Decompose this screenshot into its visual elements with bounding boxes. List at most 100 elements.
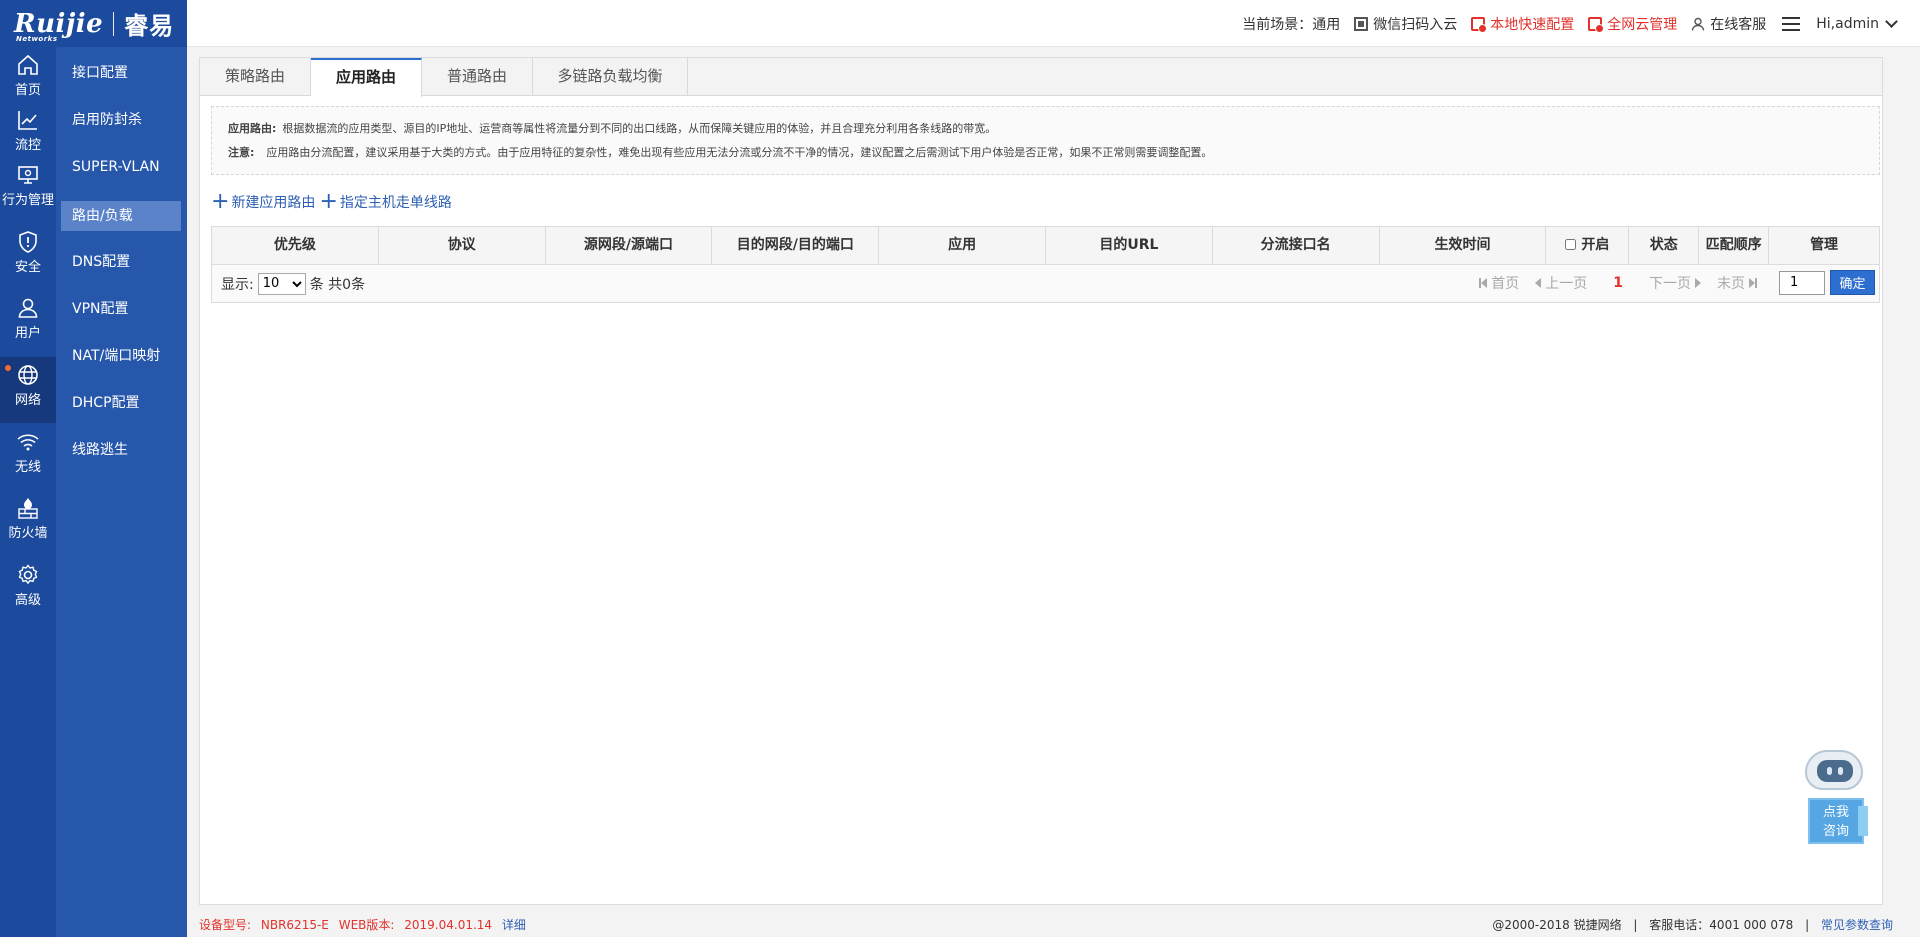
main-nav-rail: 首页 流控 行为管理 安全 用户 网络 无线 防火墙 高级 bbox=[0, 47, 56, 937]
col-source: 源网段/源端口 bbox=[546, 227, 713, 265]
wechat-label: 微信扫码入云 bbox=[1373, 16, 1458, 33]
rail-item-security[interactable]: 安全 bbox=[0, 224, 56, 290]
table-header: 优先级 协议 源网段/源端口 目的网段/目的端口 应用 目的URL 分流接口名 … bbox=[212, 227, 1879, 265]
shield-icon bbox=[19, 231, 37, 253]
robot-icon bbox=[1805, 750, 1863, 790]
rail-label-network: 网络 bbox=[14, 393, 41, 408]
chart-line-icon bbox=[18, 111, 37, 130]
hamburger-menu-icon[interactable] bbox=[1782, 16, 1801, 31]
globe-icon bbox=[18, 365, 38, 385]
col-match-order: 匹配顺序 bbox=[1699, 227, 1770, 265]
wifi-icon bbox=[17, 434, 39, 451]
confirm-button[interactable]: 确定 bbox=[1830, 270, 1875, 295]
online-service-link[interactable]: 在线客服 bbox=[1691, 14, 1766, 34]
first-page-button[interactable]: 首页 bbox=[1479, 273, 1519, 293]
submenu-anti-block[interactable]: 启用防封杀 bbox=[61, 105, 181, 135]
table-footer: 显示: 10 条 共0条 首页 上一页 1 下一页 末页 1 确定 bbox=[212, 265, 1879, 302]
logo-sub: Networks bbox=[16, 34, 58, 43]
submenu-vpn-config[interactable]: VPN配置 bbox=[61, 294, 181, 324]
col-protocol: 协议 bbox=[379, 227, 546, 265]
col-interface-name: 分流接口名 bbox=[1213, 227, 1380, 265]
submenu-line-escape[interactable]: 线路逃生 bbox=[61, 435, 181, 465]
assign-host-single-line-button[interactable]: + 指定主机走单线路 bbox=[319, 189, 451, 214]
next-page-button[interactable]: 下一页 bbox=[1649, 273, 1701, 293]
hotline: 客服电话：4001 000 078 bbox=[1649, 917, 1794, 932]
submenu-interface-config[interactable]: 接口配置 bbox=[61, 58, 181, 88]
add-app-route-button[interactable]: + 新建应用路由 bbox=[211, 189, 315, 214]
submenu-routing-load[interactable]: 路由/负载 bbox=[61, 201, 181, 231]
config-doc-icon bbox=[1471, 16, 1488, 33]
cloud-manage-label: 全网云管理 bbox=[1607, 16, 1678, 33]
goto-page-input[interactable] bbox=[1779, 270, 1825, 295]
monitor-icon bbox=[18, 166, 38, 184]
home-icon bbox=[18, 54, 38, 75]
local-quick-config-link[interactable]: 本地快速配置 bbox=[1471, 14, 1574, 34]
action-bar: + 新建应用路由 + 指定主机走单线路 bbox=[211, 189, 456, 214]
rail-label-wireless: 无线 bbox=[14, 460, 41, 475]
rail-label-home: 首页 bbox=[14, 83, 41, 98]
account-menu[interactable]: Hi,admin bbox=[1816, 14, 1898, 32]
consult-button[interactable]: 点我 咨询 bbox=[1808, 798, 1868, 844]
col-application: 应用 bbox=[879, 227, 1046, 265]
plus-icon: + bbox=[319, 189, 338, 214]
chat-widget[interactable]: 点我 咨询 bbox=[1802, 748, 1872, 848]
current-page[interactable]: 1 bbox=[1613, 275, 1623, 291]
ruijie-logo[interactable]: Ruijie Networks 睿易 bbox=[0, 0, 187, 47]
page-footer: 设备型号: NBR6215-E WEB版本: 2019.04.01.14 详细 … bbox=[187, 911, 1920, 937]
col-manage: 管理 bbox=[1810, 237, 1839, 253]
last-page-button[interactable]: 末页 bbox=[1717, 273, 1757, 293]
device-info: 设备型号: NBR6215-E WEB版本: 2019.04.01.14 详细 bbox=[199, 917, 526, 932]
select-all-checkbox[interactable] bbox=[1565, 239, 1577, 250]
wechat-cloud-link[interactable]: 微信扫码入云 bbox=[1354, 14, 1457, 34]
prev-page-button[interactable]: 上一页 bbox=[1535, 273, 1587, 293]
submenu-super-vlan[interactable]: SUPER-VLAN bbox=[61, 152, 181, 182]
page-size-label: 显示: bbox=[221, 276, 254, 293]
cloud-doc-icon bbox=[1588, 16, 1605, 33]
rail-item-firewall[interactable]: 防火墙 bbox=[0, 490, 56, 556]
faq-link[interactable]: 常见参数查询 bbox=[1821, 918, 1893, 932]
next-page-icon bbox=[1695, 277, 1701, 288]
tab-application-routing[interactable]: 应用路由 bbox=[311, 58, 422, 97]
submenu-dhcp-config[interactable]: DHCP配置 bbox=[61, 388, 181, 418]
col-destination: 目的网段/目的端口 bbox=[712, 227, 880, 265]
submenu-dns-config[interactable]: DNS配置 bbox=[61, 247, 181, 277]
tab-policy-routing[interactable]: 策略路由 bbox=[200, 58, 311, 96]
footer-meta: @2000-2018 锐捷网络 | 客服电话：4001 000 078 | 常见… bbox=[1492, 917, 1893, 932]
rail-item-network[interactable]: 网络 bbox=[0, 357, 56, 423]
col-enable: 开启 bbox=[1546, 227, 1630, 265]
cloud-manage-link[interactable]: 全网云管理 bbox=[1588, 14, 1677, 34]
rail-label-user: 用户 bbox=[14, 326, 41, 341]
tab-normal-routing[interactable]: 普通路由 bbox=[422, 58, 533, 96]
rail-item-advanced[interactable]: 高级 bbox=[0, 557, 56, 623]
notification-dot bbox=[5, 365, 11, 371]
copyright: @2000-2018 锐捷网络 bbox=[1492, 917, 1622, 932]
rail-label-flow: 流控 bbox=[14, 138, 41, 153]
col-priority: 优先级 bbox=[212, 227, 379, 265]
plus-icon: + bbox=[211, 189, 230, 214]
notice-line-1: 应用路由: 根据数据流的应用类型、源目的IP地址、运营商等属性将流量分到不同的出口… bbox=[228, 122, 997, 135]
top-header: Ruijie Networks 睿易 当前场景： 通用 微信扫码入云 本地快速配… bbox=[0, 0, 1920, 47]
page-size-select[interactable]: 10 bbox=[257, 272, 306, 295]
content-panel: 策略路由 应用路由 普通路由 多链路负载均衡 应用路由: 根据数据流的应用类型、源… bbox=[199, 57, 1883, 905]
prev-page-icon bbox=[1535, 277, 1542, 288]
greeting-text: Hi,admin bbox=[1816, 15, 1879, 32]
user-icon bbox=[18, 298, 38, 318]
person-icon bbox=[1691, 17, 1705, 31]
tab-multi-link-balance[interactable]: 多链路负载均衡 bbox=[533, 58, 688, 96]
firewall-icon bbox=[18, 498, 38, 519]
info-notice: 应用路由: 根据数据流的应用类型、源目的IP地址、运营商等属性将流量分到不同的出口… bbox=[211, 106, 1880, 175]
submenu-nat-port-mapping[interactable]: NAT/端口映射 bbox=[61, 341, 181, 371]
scene-value[interactable]: 通用 bbox=[1312, 14, 1340, 34]
rail-label-security: 安全 bbox=[14, 260, 41, 275]
scene-label: 当前场景： bbox=[1242, 16, 1313, 33]
qr-code-icon bbox=[1354, 16, 1369, 31]
notice-line-2: 注意: 应用路由分流配置，建议采用基于大类的方式。由于应用特征的复杂性，难免出现有… bbox=[228, 146, 1213, 159]
logo-brand: Ruijie Networks bbox=[14, 8, 104, 43]
col-effective-time: 生效时间 bbox=[1380, 227, 1547, 265]
pagination: 首页 上一页 1 下一页 末页 确定 bbox=[1471, 270, 1875, 295]
rail-item-user[interactable]: 用户 bbox=[0, 290, 56, 356]
device-model: NBR6215-E bbox=[260, 917, 329, 932]
detail-link[interactable]: 详细 bbox=[502, 918, 526, 932]
rail-item-wireless[interactable]: 无线 bbox=[0, 424, 56, 490]
rail-item-behavior[interactable]: 行为管理 bbox=[0, 157, 56, 223]
